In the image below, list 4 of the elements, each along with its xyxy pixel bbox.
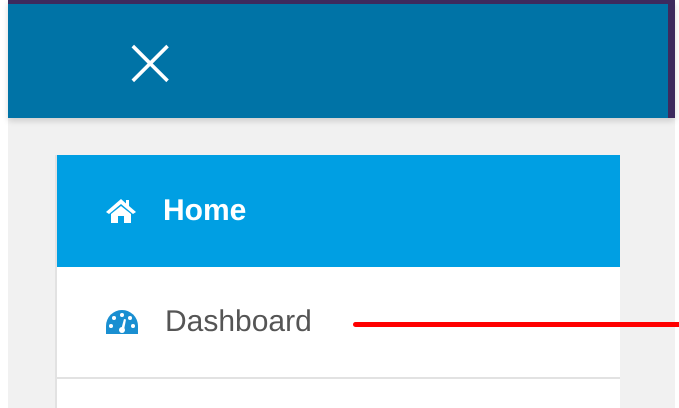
menu-item[interactable]: Home <box>57 155 620 267</box>
gauge-icon <box>105 309 139 335</box>
home-icon <box>105 198 137 224</box>
close-button[interactable]: × <box>120 25 180 97</box>
